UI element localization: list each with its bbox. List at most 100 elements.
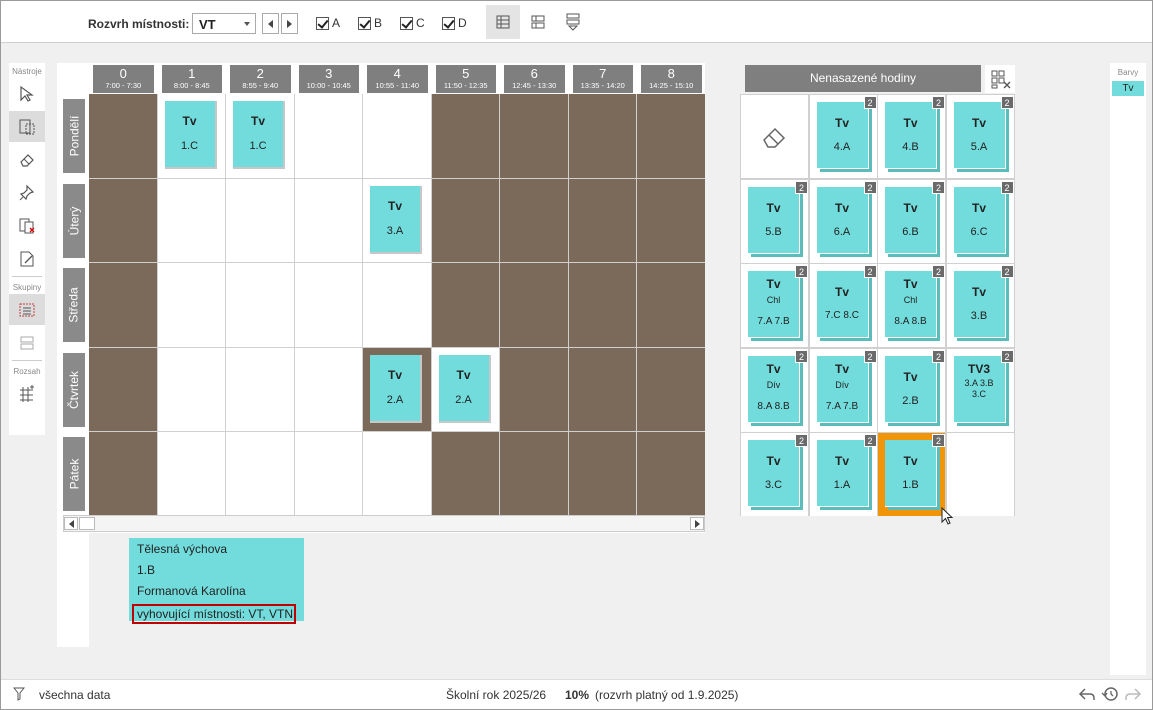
next-room-button[interactable] [281,13,298,34]
unassigned-lesson-card[interactable]: Tv 5.A 2 [953,96,1014,172]
schedule-cell[interactable] [568,263,636,347]
unassigned-cell[interactable]: Tv 2.B 2 [878,348,945,432]
schedule-cell[interactable] [568,94,636,178]
schedule-cell[interactable] [500,432,568,516]
unassigned-cell[interactable]: Tv 7.C 8.C 2 [809,264,877,347]
schedule-cell[interactable] [89,178,157,262]
unassigned-cell[interactable]: Tv 3.B 2 [946,264,1014,347]
unassigned-lesson-card[interactable]: Tv Chl 7.A 7.B 2 [748,265,808,341]
unassigned-lesson-card[interactable]: Tv 3.B 2 [953,265,1014,341]
schedule-cell[interactable] [500,263,568,347]
unassigned-cell[interactable]: Tv 1.B 2 [878,433,945,516]
unassigned-lesson-card[interactable]: Tv 1.A 2 [816,434,877,510]
filter-icon[interactable] [13,687,25,701]
range-tool-button[interactable] [9,378,45,409]
unassigned-cell[interactable]: Tv Chl 7.A 7.B 2 [741,264,808,347]
schedule-cell[interactable] [294,263,362,347]
schedule-cell[interactable] [157,178,225,262]
unassigned-cell[interactable]: Tv Dív 8.A 8.B 2 [741,348,808,432]
lesson-card[interactable]: Tv 3.A [370,185,422,254]
schedule-cell[interactable] [568,347,636,431]
schedule-cell[interactable] [89,263,157,347]
schedule-cell[interactable] [500,347,568,431]
unassigned-eraser-cell[interactable] [741,95,808,178]
prev-room-button[interactable] [262,13,279,34]
schedule-cell[interactable] [294,432,362,516]
schedule-cell[interactable] [431,263,499,347]
unassigned-cell[interactable]: Tv 5.A 2 [946,95,1014,178]
move-tool-button[interactable] [9,111,45,142]
schedule-cell[interactable] [89,347,157,431]
schedule-cell[interactable] [637,347,705,431]
room-select[interactable]: VT [192,13,256,34]
schedule-cell[interactable] [500,94,568,178]
scroll-thumb[interactable] [79,517,95,530]
unassigned-lesson-card[interactable]: Tv Chl 8.A 8.B 2 [885,265,945,341]
schedule-cell[interactable] [431,94,499,178]
view-mode-split-button[interactable] [521,5,555,39]
unassigned-cell[interactable]: TV3 3.A 3.B 3.C 2 [946,348,1014,432]
schedule-cell[interactable] [363,94,431,178]
schedule-cell[interactable] [431,178,499,262]
unassigned-cell[interactable]: Tv Dív 7.A 7.B 2 [809,348,877,432]
schedule-cell[interactable] [363,432,431,516]
schedule-cell[interactable] [157,432,225,516]
view-mode-stack-button[interactable] [556,5,590,39]
lesson-card[interactable]: Tv 1.C [164,101,217,169]
unassigned-lesson-card[interactable]: Tv 6.A 2 [816,180,877,257]
unassigned-lesson-card[interactable]: Tv 4.A 2 [816,96,877,172]
ungroup-tool-button[interactable] [9,327,45,358]
schedule-cell[interactable] [294,347,362,431]
unassigned-cell[interactable]: Tv 5.B 2 [741,179,808,263]
schedule-cell[interactable] [568,432,636,516]
schedule-cell[interactable] [89,94,157,178]
undo-icon[interactable] [1078,685,1096,703]
schedule-cell[interactable] [226,263,294,347]
lesson-card[interactable]: Tv 1.C [233,101,285,169]
schedule-cell[interactable] [637,432,705,516]
history-icon[interactable] [1101,685,1119,703]
schedule-cell[interactable] [226,347,294,431]
schedule-cell[interactable] [294,94,362,178]
filter-checkbox-b[interactable]: B [358,15,382,31]
new-card-tool-button[interactable] [9,243,45,274]
group-tool-button[interactable] [9,294,45,325]
unassigned-lesson-card[interactable]: TV3 3.A 3.B 3.C 2 [953,349,1014,426]
unassigned-lesson-card[interactable]: Tv Dív 8.A 8.B 2 [748,349,808,426]
unassigned-lesson-card[interactable]: Tv 1.B 2 [885,434,945,510]
schedule-cell[interactable] [637,94,705,178]
unassigned-lesson-card[interactable]: Tv 6.C 2 [953,180,1014,257]
unassigned-cell[interactable]: Tv 6.C 2 [946,179,1014,263]
unassigned-cell[interactable]: Tv 4.B 2 [878,95,945,178]
schedule-cell[interactable] [226,432,294,516]
schedule-cell[interactable] [431,432,499,516]
filter-checkbox-a[interactable]: A [316,15,340,31]
unassigned-lesson-card[interactable]: Tv 3.C 2 [748,434,808,510]
filter-checkbox-c[interactable]: C [400,15,425,31]
unassigned-lesson-card[interactable]: Tv 5.B 2 [748,180,808,257]
schedule-cell[interactable] [363,263,431,347]
color-chip-tv[interactable]: Tv [1112,81,1144,96]
schedule-cell[interactable] [157,263,225,347]
schedule-cell[interactable] [89,432,157,516]
unassigned-cell[interactable]: Tv Chl 8.A 8.B 2 [878,264,945,347]
schedule-cell[interactable] [500,178,568,262]
lesson-card[interactable]: Tv 2.A [438,354,491,423]
schedule-cell[interactable] [568,178,636,262]
horizontal-scrollbar[interactable] [63,515,705,532]
view-mode-rows-button[interactable] [486,5,520,39]
filter-checkbox-d[interactable]: D [442,15,467,31]
unassigned-options-button[interactable] [985,65,1015,93]
eraser-tool-button[interactable] [9,144,45,175]
unassigned-lesson-card[interactable]: Tv 7.C 8.C 2 [816,265,877,341]
lesson-card[interactable]: Tv 2.A [370,354,422,423]
schedule-cell[interactable] [637,178,705,262]
unassigned-cell[interactable]: Tv 1.A 2 [809,433,877,516]
schedule-cell[interactable] [226,178,294,262]
unassigned-cell[interactable]: Tv 4.A 2 [809,95,877,178]
unassigned-cell[interactable]: Tv 3.C 2 [741,433,808,516]
unassigned-lesson-card[interactable]: Tv Dív 7.A 7.B 2 [816,349,877,426]
schedule-cell[interactable] [157,347,225,431]
schedule-cell[interactable] [637,263,705,347]
unassigned-lesson-card[interactable]: Tv 2.B 2 [885,349,945,426]
